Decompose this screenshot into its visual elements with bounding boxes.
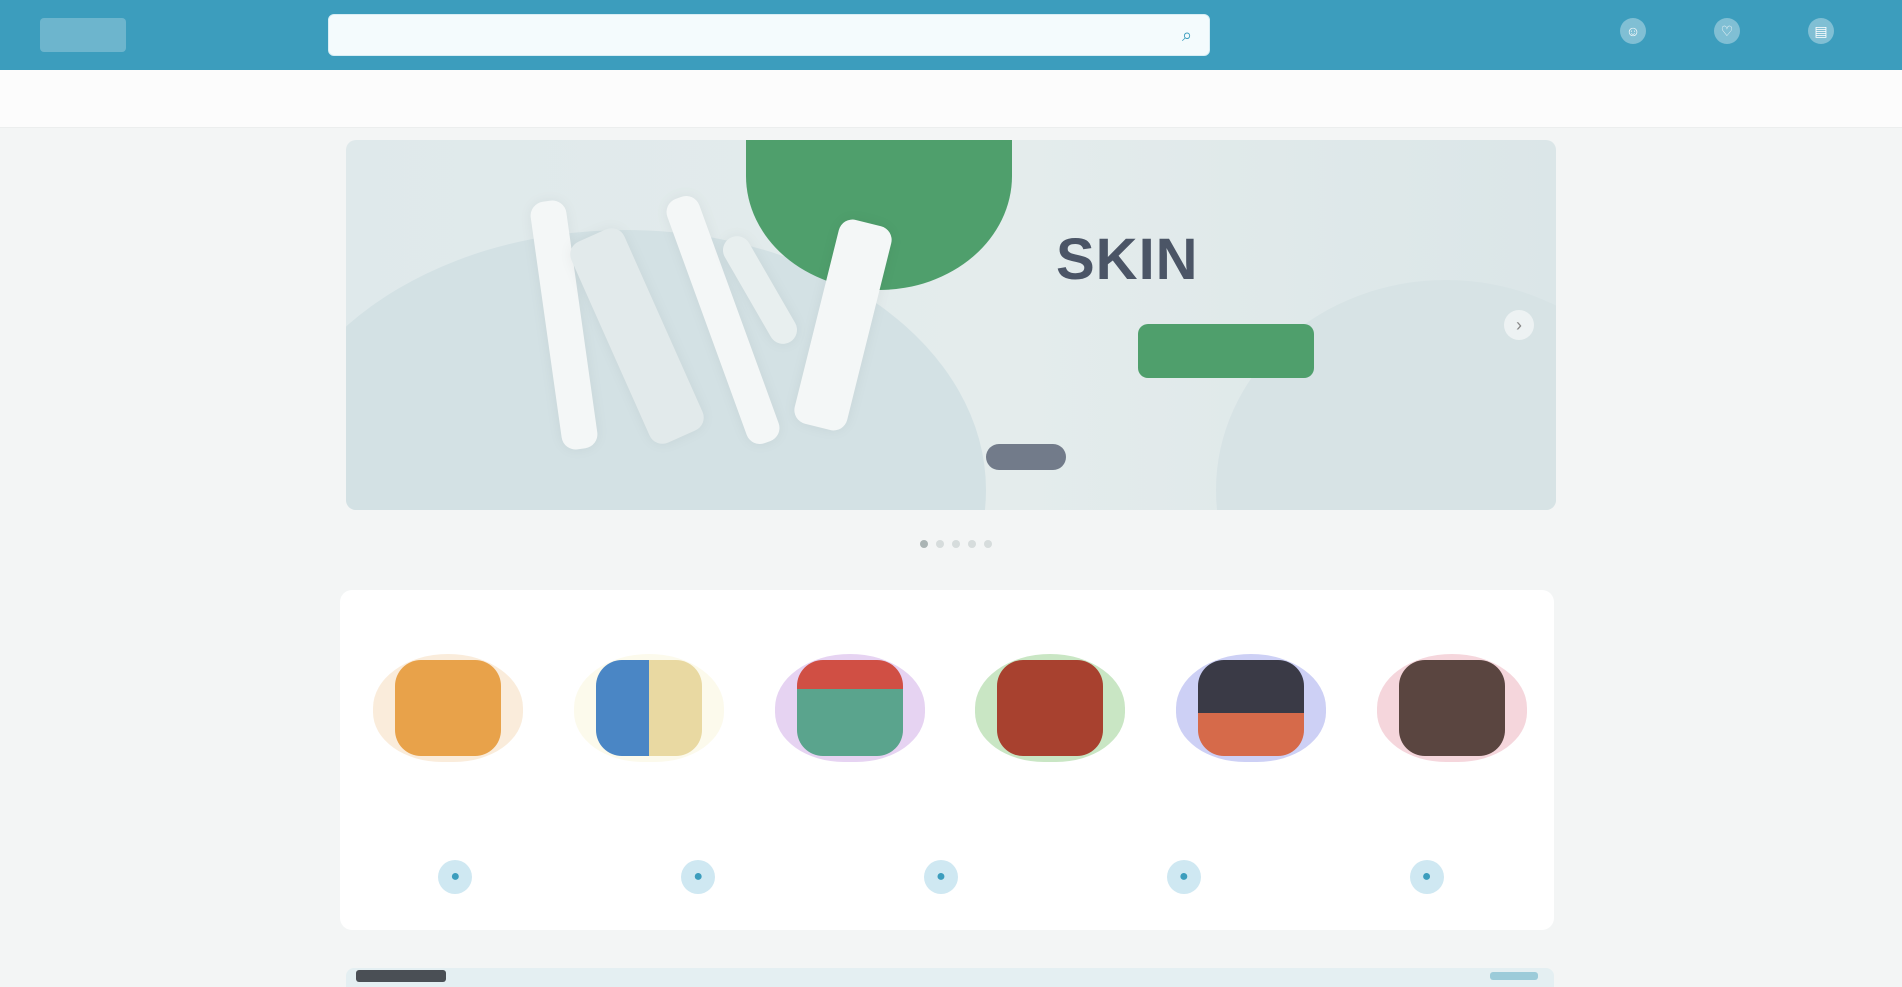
quick-link-3[interactable]: ● [923, 860, 970, 894]
chevron-right-icon: › [1516, 315, 1522, 335]
quick-link-5[interactable]: ● [1409, 860, 1456, 894]
hero-background-shape-right [1216, 280, 1556, 510]
quick-link-4[interactable]: ● [1166, 860, 1213, 894]
next-section-link[interactable] [1490, 972, 1538, 980]
hero-badge [986, 444, 1066, 470]
search-input[interactable] [329, 15, 1165, 55]
category-image [975, 654, 1126, 762]
next-section-title [356, 970, 446, 982]
user-icon: ☺ [1620, 18, 1646, 44]
category-nav [0, 70, 1902, 128]
carousel-dot[interactable] [968, 540, 976, 548]
nav-item-1[interactable] [80, 91, 100, 107]
drop-icon: ● [923, 860, 958, 894]
search-icon: ⌕ [1181, 24, 1193, 45]
drop-icon: ● [1166, 860, 1201, 894]
cart-icon: ▤ [1808, 18, 1834, 44]
nav-item-4[interactable] [554, 91, 574, 107]
nav-item-2[interactable] [238, 91, 258, 107]
category-image [573, 654, 724, 762]
category-row [360, 654, 1540, 776]
carousel-next-button[interactable]: › [1504, 310, 1534, 340]
drop-icon: ● [1409, 860, 1444, 894]
nav-item-12[interactable] [1818, 91, 1838, 107]
nav-item-10[interactable] [1502, 91, 1522, 107]
carousel-dot[interactable] [936, 540, 944, 548]
category-item-5[interactable] [1163, 654, 1339, 776]
cart-button[interactable]: ▤ [1808, 18, 1842, 44]
nav-item-5[interactable] [712, 91, 732, 107]
top-header: ⌕ ☺ ♡ ▤ [0, 0, 1902, 70]
site-logo[interactable] [40, 18, 126, 52]
category-image [1176, 654, 1327, 762]
category-item-6[interactable] [1364, 654, 1540, 776]
heart-icon: ♡ [1714, 18, 1740, 44]
header-actions: ☺ ♡ ▤ [1620, 18, 1842, 44]
quick-link-2[interactable]: ● [681, 860, 727, 894]
category-image [774, 654, 925, 762]
wishlist-button[interactable]: ♡ [1714, 18, 1748, 44]
nav-item-7[interactable] [1028, 91, 1048, 107]
hero-title-main: SKIN [1056, 227, 1199, 292]
category-item-2[interactable] [561, 654, 737, 776]
drop-icon: ● [681, 860, 716, 894]
carousel-dot[interactable] [920, 540, 928, 548]
drop-icon: ● [438, 860, 473, 894]
hero-cta-button[interactable] [1138, 324, 1314, 378]
hero-title: SKIN [1056, 226, 1207, 293]
hero-banner[interactable]: SKIN › [346, 140, 1556, 510]
account-button[interactable]: ☺ [1620, 18, 1654, 44]
category-item-1[interactable] [360, 654, 536, 776]
nav-item-11[interactable] [1660, 91, 1680, 107]
nav-item-8[interactable] [1186, 91, 1206, 107]
category-item-4[interactable] [962, 654, 1138, 776]
carousel-dot[interactable] [984, 540, 992, 548]
carousel-dots [920, 540, 992, 548]
nav-item-6[interactable] [870, 91, 890, 107]
category-image [1376, 654, 1527, 762]
search-button[interactable]: ⌕ [1165, 15, 1209, 55]
featured-categories: ● ● ● ● ● [340, 590, 1554, 930]
quick-links: ● ● ● ● ● [340, 860, 1554, 894]
nav-item-9[interactable] [1344, 91, 1364, 107]
category-item-3[interactable] [762, 654, 938, 776]
quick-link-1[interactable]: ● [438, 860, 484, 894]
nav-item-3[interactable] [396, 91, 416, 107]
search-bar: ⌕ [328, 14, 1210, 56]
carousel-dot[interactable] [952, 540, 960, 548]
category-image [373, 654, 523, 762]
next-section-header [346, 968, 1554, 987]
